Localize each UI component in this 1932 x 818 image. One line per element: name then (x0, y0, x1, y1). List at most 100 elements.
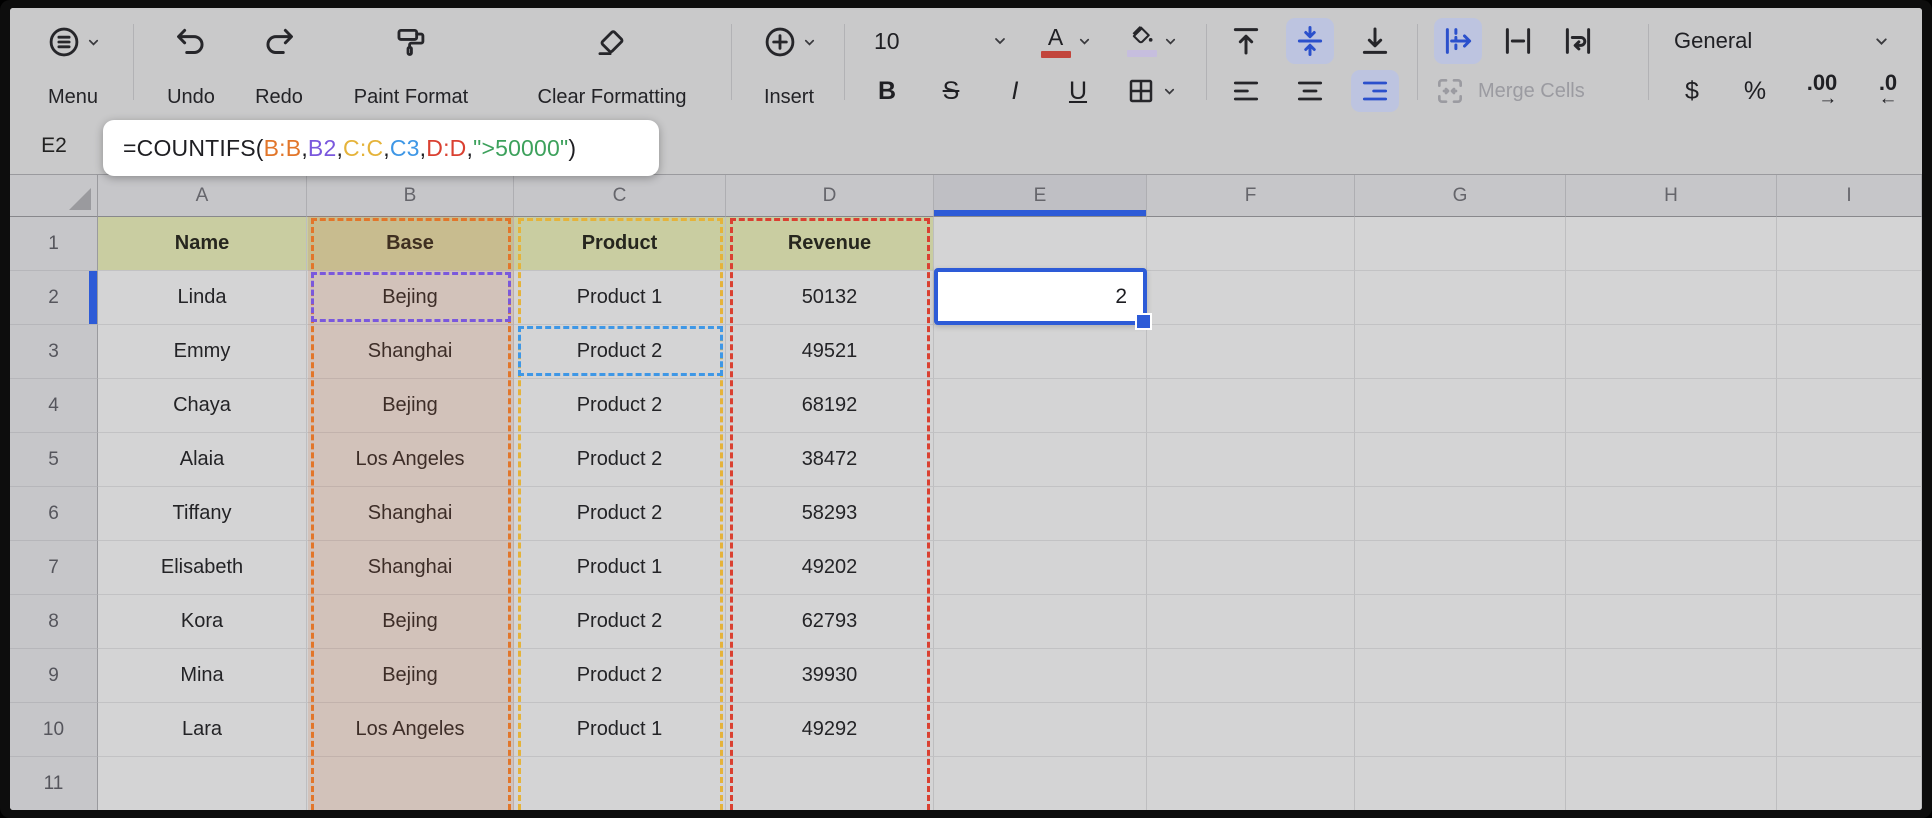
cell-B1[interactable]: Base (307, 217, 514, 271)
cell-D5[interactable]: 38472 (726, 433, 934, 487)
merge-cells-button[interactable]: Merge Cells (1434, 70, 1644, 112)
row-header-8[interactable]: 8 (10, 595, 98, 649)
cell-D2[interactable]: 50132 (726, 271, 934, 325)
fill-color-button[interactable] (1112, 18, 1192, 64)
select-all-corner[interactable] (10, 175, 98, 217)
italic-button[interactable]: I (993, 70, 1037, 112)
cell-D11[interactable] (726, 757, 934, 810)
row-header-1[interactable]: 1 (10, 217, 98, 271)
cell-I3[interactable] (1777, 325, 1922, 379)
cell-H7[interactable] (1566, 541, 1777, 595)
cell-F11[interactable] (1147, 757, 1355, 810)
cell-C6[interactable]: Product 2 (514, 487, 726, 541)
cell-E5[interactable] (934, 433, 1147, 487)
row-header-9[interactable]: 9 (10, 649, 98, 703)
column-header-I[interactable]: I (1777, 175, 1922, 217)
column-header-A[interactable]: A (98, 175, 307, 217)
font-color-button[interactable]: A (1028, 18, 1104, 64)
percent-format-button[interactable]: % (1735, 70, 1775, 112)
cell-G3[interactable] (1355, 325, 1566, 379)
underline-button[interactable]: U (1056, 70, 1100, 112)
borders-button[interactable] (1116, 70, 1186, 112)
cell-A11[interactable] (98, 757, 307, 810)
cell-H9[interactable] (1566, 649, 1777, 703)
font-size-dropdown[interactable]: 10 (860, 18, 1016, 64)
cell-H5[interactable] (1566, 433, 1777, 487)
cell-B9[interactable]: Bejing (307, 649, 514, 703)
cell-A10[interactable]: Lara (98, 703, 307, 757)
cell-D7[interactable]: 49202 (726, 541, 934, 595)
cell-D3[interactable]: 49521 (726, 325, 934, 379)
cell-E6[interactable] (934, 487, 1147, 541)
cell-D1[interactable]: Revenue (726, 217, 934, 271)
active-cell-E2[interactable]: 2 (934, 268, 1152, 330)
column-header-F[interactable]: F (1147, 175, 1355, 217)
decrease-decimal-button[interactable]: .0 ← (1866, 70, 1910, 112)
name-box[interactable]: E2 (10, 118, 98, 174)
cell-F8[interactable] (1147, 595, 1355, 649)
halign-center-button[interactable] (1286, 70, 1334, 112)
fill-handle[interactable] (1135, 313, 1152, 330)
cell-H6[interactable] (1566, 487, 1777, 541)
cell-G4[interactable] (1355, 379, 1566, 433)
row-header-7[interactable]: 7 (10, 541, 98, 595)
cell-F7[interactable] (1147, 541, 1355, 595)
cell-H4[interactable] (1566, 379, 1777, 433)
menu-button[interactable]: Menu (26, 16, 120, 114)
cell-A9[interactable]: Mina (98, 649, 307, 703)
cell-G9[interactable] (1355, 649, 1566, 703)
cell-B6[interactable]: Shanghai (307, 487, 514, 541)
cell-D8[interactable]: 62793 (726, 595, 934, 649)
cell-C10[interactable]: Product 1 (514, 703, 726, 757)
valign-bottom-button[interactable] (1351, 18, 1399, 64)
cell-C3[interactable]: Product 2 (514, 325, 726, 379)
cell-D9[interactable]: 39930 (726, 649, 934, 703)
insert-button[interactable]: Insert (743, 16, 835, 114)
cell-C7[interactable]: Product 1 (514, 541, 726, 595)
cell-I8[interactable] (1777, 595, 1922, 649)
cell-D6[interactable]: 58293 (726, 487, 934, 541)
cell-H3[interactable] (1566, 325, 1777, 379)
cell-G6[interactable] (1355, 487, 1566, 541)
paint-format-button[interactable]: Paint Format (331, 16, 491, 114)
cell-A1[interactable]: Name (98, 217, 307, 271)
cell-A5[interactable]: Alaia (98, 433, 307, 487)
cell-E4[interactable] (934, 379, 1147, 433)
cell-E11[interactable] (934, 757, 1147, 810)
column-header-B[interactable]: B (307, 175, 514, 217)
undo-button[interactable]: Undo (153, 16, 229, 114)
clear-formatting-button[interactable]: Clear Formatting (507, 16, 717, 114)
cell-B8[interactable]: Bejing (307, 595, 514, 649)
cell-D4[interactable]: 68192 (726, 379, 934, 433)
cell-A3[interactable]: Emmy (98, 325, 307, 379)
cell-G1[interactable] (1355, 217, 1566, 271)
cell-A8[interactable]: Kora (98, 595, 307, 649)
cell-F10[interactable] (1147, 703, 1355, 757)
cell-I6[interactable] (1777, 487, 1922, 541)
cell-I5[interactable] (1777, 433, 1922, 487)
cell-F3[interactable] (1147, 325, 1355, 379)
cell-G2[interactable] (1355, 271, 1566, 325)
cell-I4[interactable] (1777, 379, 1922, 433)
text-overflow-button[interactable] (1434, 18, 1482, 64)
cell-H2[interactable] (1566, 271, 1777, 325)
cell-E9[interactable] (934, 649, 1147, 703)
cell-C4[interactable]: Product 2 (514, 379, 726, 433)
valign-middle-button[interactable] (1286, 18, 1334, 64)
cell-B3[interactable]: Shanghai (307, 325, 514, 379)
cell-C5[interactable]: Product 2 (514, 433, 726, 487)
cell-A4[interactable]: Chaya (98, 379, 307, 433)
column-header-H[interactable]: H (1566, 175, 1777, 217)
halign-left-button[interactable] (1222, 70, 1270, 112)
cell-A6[interactable]: Tiffany (98, 487, 307, 541)
cell-E1[interactable] (934, 217, 1147, 271)
cell-C2[interactable]: Product 1 (514, 271, 726, 325)
text-clip-button[interactable] (1494, 18, 1542, 64)
row-header-6[interactable]: 6 (10, 487, 98, 541)
cell-F4[interactable] (1147, 379, 1355, 433)
cell-F6[interactable] (1147, 487, 1355, 541)
column-header-E[interactable]: E (934, 175, 1147, 217)
cell-C8[interactable]: Product 2 (514, 595, 726, 649)
number-format-dropdown[interactable]: General (1662, 18, 1902, 64)
cell-E3[interactable] (934, 325, 1147, 379)
